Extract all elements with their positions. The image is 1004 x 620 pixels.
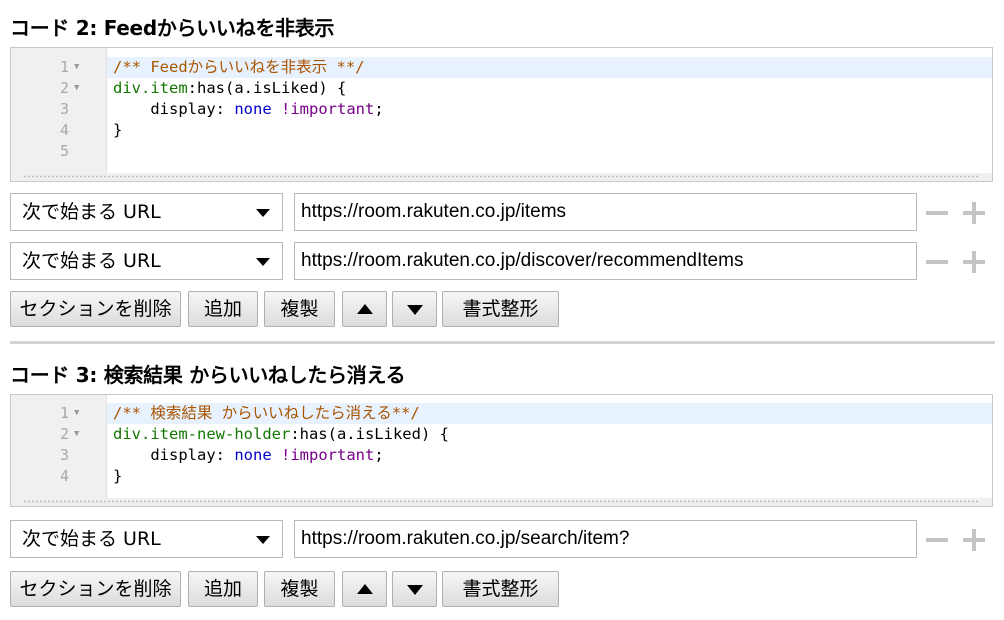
minus-icon[interactable]: [926, 529, 948, 551]
plus-icon[interactable]: [963, 202, 985, 224]
minus-icon[interactable]: [926, 202, 948, 224]
add-button[interactable]: 追加: [188, 571, 258, 607]
code-line[interactable]: /** Feedからいいねを非表示 **/: [107, 57, 992, 78]
fold-arrow-icon[interactable]: ▼: [74, 57, 79, 78]
move-down-button[interactable]: [392, 571, 437, 607]
section-code-2: コード 2: Feedからいいねを非表示 1 ▼ 2 ▼ 3 4 5 /** Fee…: [0, 0, 1004, 340]
plus-icon[interactable]: [963, 529, 985, 551]
fold-arrow-icon[interactable]: ▼: [74, 424, 79, 445]
move-down-icon: [407, 305, 423, 315]
code-editor[interactable]: 1 ▼ 2 ▼ 3 4 /** 検索結果 からいいねしたら消える**/ div.it…: [10, 394, 993, 507]
line-number: 1 ▼: [59, 403, 80, 424]
line-number: 2 ▼: [59, 78, 80, 99]
delete-section-button[interactable]: セクションを削除: [10, 291, 181, 327]
duplicate-button[interactable]: 複製: [264, 571, 335, 607]
match-type-select[interactable]: 次で始まる URL: [10, 242, 283, 280]
move-down-button[interactable]: [392, 291, 437, 327]
line-number: 3: [59, 100, 69, 118]
section-button-row: セクションを削除 追加 複製 書式整形: [10, 291, 570, 327]
code-line[interactable]: display: none !important;: [107, 99, 992, 120]
move-up-icon: [357, 584, 373, 594]
code-line[interactable]: }: [107, 120, 992, 141]
editor-resize-handle[interactable]: [11, 173, 992, 181]
code-line[interactable]: [107, 141, 992, 162]
line-number: 4: [59, 467, 69, 485]
line-number: 5: [59, 142, 69, 160]
url-input[interactable]: https://room.rakuten.co.jp/search/item?: [294, 520, 917, 558]
match-type-select[interactable]: 次で始まる URL: [10, 193, 283, 231]
code-line[interactable]: display: none !important;: [107, 445, 992, 466]
code-line[interactable]: /** 検索結果 からいいねしたら消える**/: [107, 403, 992, 424]
dropdown-arrow-icon: [256, 209, 270, 217]
move-up-icon: [357, 304, 373, 314]
line-number: 2 ▼: [59, 424, 80, 445]
url-rule-row: 次で始まる URL https://room.rakuten.co.jp/dis…: [10, 242, 995, 282]
url-input[interactable]: https://room.rakuten.co.jp/items: [294, 193, 917, 231]
duplicate-button[interactable]: 複製: [264, 291, 335, 327]
section-button-row: セクションを削除 追加 複製 書式整形: [10, 571, 570, 607]
line-number: 3: [59, 446, 69, 464]
dropdown-arrow-icon: [256, 536, 270, 544]
code-line[interactable]: div.item:has(a.isLiked) {: [107, 78, 992, 99]
section-title: コード 3: 検索結果 からいいねしたら消える: [10, 363, 406, 387]
line-number: 1 ▼: [59, 57, 80, 78]
code-line[interactable]: div.item-new-holder:has(a.isLiked) {: [107, 424, 992, 445]
delete-section-button[interactable]: セクションを削除: [10, 571, 181, 607]
format-button[interactable]: 書式整形: [442, 571, 559, 607]
move-down-icon: [407, 585, 423, 595]
section-title: コード 2: Feedからいいねを非表示: [10, 16, 335, 40]
dropdown-arrow-icon: [256, 258, 270, 266]
line-number: 4: [59, 121, 69, 139]
fold-arrow-icon[interactable]: ▼: [74, 403, 79, 424]
plus-icon[interactable]: [963, 251, 985, 273]
url-rule-row: 次で始まる URL https://room.rakuten.co.jp/sea…: [10, 520, 995, 560]
code-line[interactable]: }: [107, 466, 992, 487]
format-button[interactable]: 書式整形: [442, 291, 559, 327]
editor-resize-handle[interactable]: [11, 498, 992, 506]
url-input[interactable]: https://room.rakuten.co.jp/discover/reco…: [294, 242, 917, 280]
code-editor[interactable]: 1 ▼ 2 ▼ 3 4 5 /** Feedからいいねを非表示 **/ div.it…: [10, 47, 993, 182]
section-code-3: コード 3: 検索結果 からいいねしたら消える 1 ▼ 2 ▼ 3 4 /** 検索…: [0, 344, 1004, 620]
fold-arrow-icon[interactable]: ▼: [74, 78, 79, 99]
move-up-button[interactable]: [342, 291, 387, 327]
match-type-select[interactable]: 次で始まる URL: [10, 520, 283, 558]
minus-icon[interactable]: [926, 251, 948, 273]
add-button[interactable]: 追加: [188, 291, 258, 327]
move-up-button[interactable]: [342, 571, 387, 607]
url-rule-row: 次で始まる URL https://room.rakuten.co.jp/ite…: [10, 193, 995, 233]
